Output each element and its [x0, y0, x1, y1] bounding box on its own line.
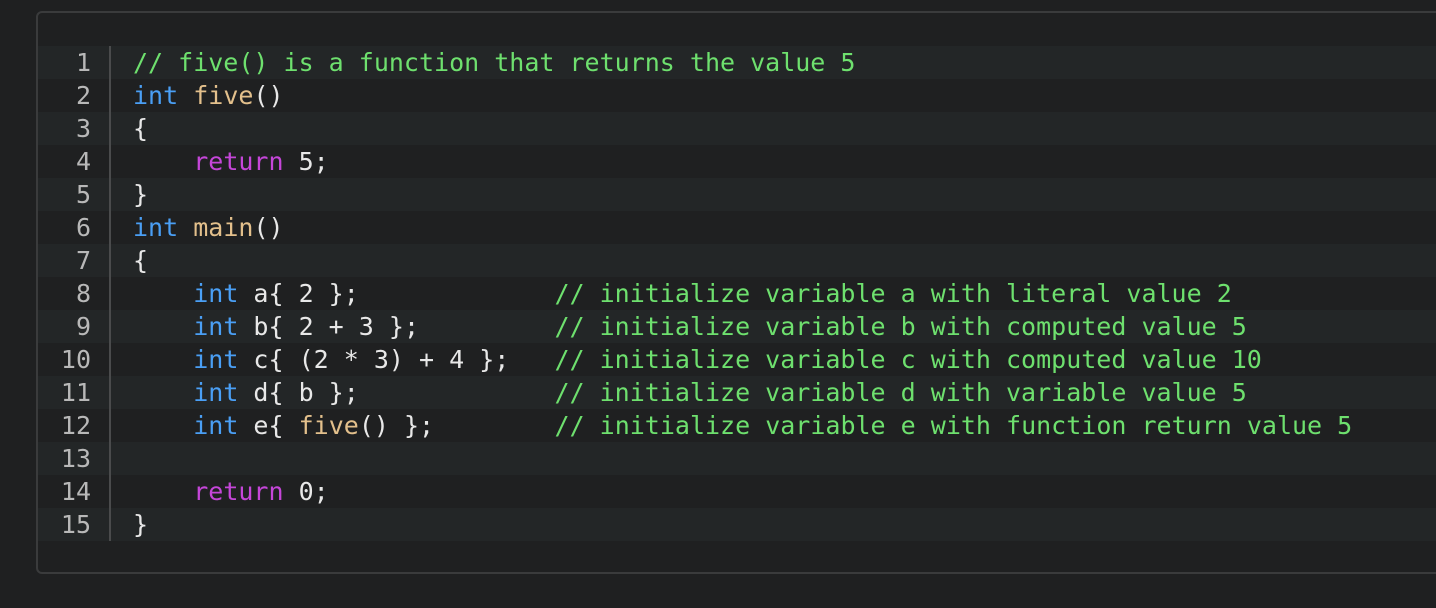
code-token: {	[133, 246, 149, 275]
code-line: 7{	[38, 244, 1436, 277]
code-token: 5;	[283, 147, 329, 176]
code-line: 4 return 5;	[38, 145, 1436, 178]
code-token: }	[133, 510, 149, 539]
code-token: ()	[253, 213, 284, 242]
line-number: 10	[38, 343, 111, 376]
line-number: 7	[38, 244, 111, 277]
line-number: 6	[38, 211, 111, 244]
code-text: {	[133, 112, 148, 145]
code-keyword: int	[193, 279, 239, 308]
code-keyword: int	[133, 81, 179, 110]
code-function-name: five	[193, 81, 254, 110]
line-number: 12	[38, 409, 111, 442]
code-token: e{	[238, 411, 299, 440]
code-text: {	[133, 244, 148, 277]
code-token: ()	[253, 81, 284, 110]
code-line: 6 int main()	[38, 211, 1436, 244]
code-block: 1 // five() is a function that returns th…	[36, 11, 1436, 574]
line-number: 8	[38, 277, 111, 310]
code-line: 5}	[38, 178, 1436, 211]
code-line: 1 // five() is a function that returns th…	[38, 46, 1436, 79]
code-line: 13	[38, 442, 1436, 475]
code-line: 8 int a{ 2 }; // initialize variable a w…	[38, 277, 1436, 310]
code-line: 15}	[38, 508, 1436, 541]
code-keyword: return	[193, 147, 284, 176]
code-function-name: five	[298, 411, 359, 440]
code-comment: // initialize variable d with variable v…	[554, 378, 1247, 407]
code-line: 12 int e{ five() }; // initialize variab…	[38, 409, 1436, 442]
code-text: int five()	[133, 79, 284, 112]
line-number: 2	[38, 79, 111, 112]
code-keyword: int	[133, 213, 179, 242]
line-number: 5	[38, 178, 111, 211]
code-line: 2 int five()	[38, 79, 1436, 112]
code-text: int main()	[133, 211, 284, 244]
line-number: 14	[38, 475, 111, 508]
code-text: int a{ 2 }; // initialize variable a wit…	[133, 277, 1232, 310]
code-token: b{ 2 + 3 };	[238, 312, 555, 341]
code-text: }	[133, 508, 148, 541]
code-keyword: int	[193, 411, 239, 440]
line-number: 1	[38, 46, 111, 79]
code-token: {	[133, 114, 149, 143]
code-token: () };	[358, 411, 555, 440]
code-text: int c{ (2 * 3) + 4 }; // initialize vari…	[133, 343, 1262, 376]
code-line: 10 int c{ (2 * 3) + 4 }; // initialize v…	[38, 343, 1436, 376]
code-line: 11 int d{ b }; // initialize variable d …	[38, 376, 1436, 409]
code-text: return 5;	[133, 145, 329, 178]
code-comment: // initialize variable a with literal va…	[554, 279, 1232, 308]
code-text: }	[133, 178, 148, 211]
code-text: int d{ b }; // initialize variable d wit…	[133, 376, 1247, 409]
code-line: 3{	[38, 112, 1436, 145]
code-keyword: return	[193, 477, 284, 506]
code-text: int e{ five() }; // initialize variable …	[133, 409, 1352, 442]
code-comment: // initialize variable b with computed v…	[554, 312, 1247, 341]
code-comment: // initialize variable c with computed v…	[554, 345, 1262, 374]
line-number: 4	[38, 145, 111, 178]
line-number: 13	[38, 442, 111, 475]
code-token: c{ (2 * 3) + 4 };	[238, 345, 555, 374]
code-token: 0;	[283, 477, 329, 506]
code-text: int b{ 2 + 3 }; // initialize variable b…	[133, 310, 1247, 343]
code-token: d{ b };	[238, 378, 555, 407]
line-number: 3	[38, 112, 111, 145]
code-keyword: int	[193, 378, 239, 407]
line-number: 9	[38, 310, 111, 343]
line-number: 11	[38, 376, 111, 409]
code-comment: // initialize variable e with function r…	[554, 411, 1353, 440]
code-line: 9 int b{ 2 + 3 }; // initialize variable…	[38, 310, 1436, 343]
code-text: return 0;	[133, 475, 329, 508]
code-line: 14 return 0;	[38, 475, 1436, 508]
code-token: }	[133, 180, 149, 209]
code-lines: 1 // five() is a function that returns th…	[38, 46, 1436, 541]
line-number: 15	[38, 508, 111, 541]
code-keyword: int	[193, 345, 239, 374]
code-keyword: int	[193, 312, 239, 341]
code-token: a{ 2 };	[238, 279, 555, 308]
code-text: // five() is a function that returns the…	[133, 46, 855, 79]
code-function-name: main	[193, 213, 254, 242]
code-comment: // five() is a function that returns the…	[133, 48, 856, 77]
